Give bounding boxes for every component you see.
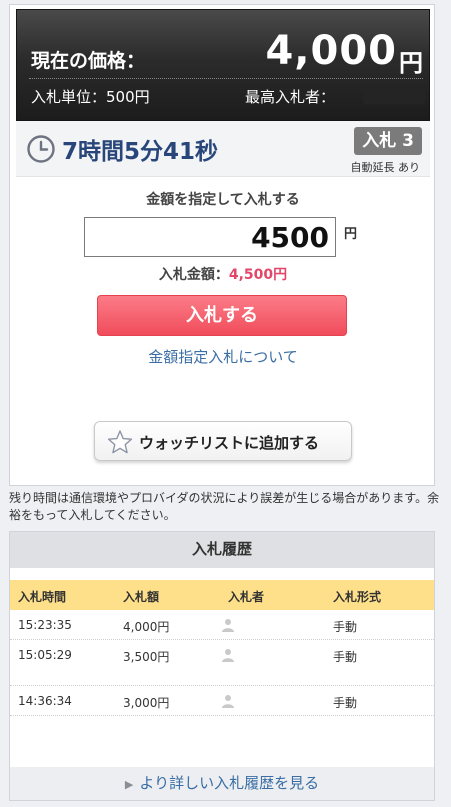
bid-count-badge[interactable]: 入札 3 [354, 127, 422, 155]
person-icon [222, 649, 234, 662]
bid-time-cell: 14:36:34 [18, 694, 72, 708]
chevron-right-icon: ▶ [124, 778, 134, 791]
clock-icon [27, 135, 55, 163]
column-header-bid-amount: 入札額 [123, 590, 160, 604]
watchlist-label: ウォッチリストに追加する [139, 434, 320, 452]
star-icon [107, 430, 133, 454]
time-remaining-row: 7時間5分41秒 入札 3 自動延長 あり [16, 121, 430, 177]
bid-amount-cell: 4,000円 [123, 620, 170, 634]
time-accuracy-note: 残り時間は通信環境やプロバイダの状況により誤差が生じる場合があります。余裕をもっ… [9, 491, 440, 522]
add-to-watchlist-button[interactable]: ウォッチリストに追加する [94, 421, 352, 461]
column-header-bidder: 入札者 [228, 590, 265, 604]
bid-amount-input[interactable] [84, 217, 336, 257]
person-icon [222, 619, 234, 632]
time-remaining: 7時間5分41秒 [62, 139, 219, 165]
auto-extend-label: 自動延長 あり [350, 161, 421, 174]
bid-help-link[interactable]: 金額指定入札について [10, 346, 436, 367]
current-price-label: 現在の価格： [31, 50, 146, 72]
bid-history-title: 入札履歴 [10, 532, 434, 568]
more-bid-history-label: より詳しい入札履歴を見る [139, 774, 320, 792]
bid-type-cell: 手動 [333, 650, 358, 664]
bid-input-unit: 円 [344, 227, 358, 242]
current-price-value: 4,000 [265, 28, 397, 74]
price-header: 現在の価格： 4,000 円 入札単位：500円 最高入札者： [16, 9, 430, 121]
place-bid-button[interactable]: 入札する [97, 295, 347, 336]
bid-type-cell: 手動 [333, 620, 358, 634]
person-icon [222, 695, 234, 708]
top-bidder-masked [363, 88, 425, 104]
table-row: 15:23:35 4,000円 手動 [10, 610, 434, 640]
column-header-bid-type: 入札形式 [333, 590, 382, 604]
more-bid-history-link[interactable]: ▶ より詳しい入札履歴を見る [10, 767, 434, 800]
bid-amount-cell: 3,000円 [123, 696, 170, 710]
bid-amount-cell: 3,500円 [123, 650, 170, 664]
top-bidder-label: 最高入札者： [245, 88, 336, 106]
bid-amount-label: 入札金額： [158, 267, 229, 283]
auction-panel: 現在の価格： 4,000 円 入札単位：500円 最高入札者： 7時間5分41秒… [9, 4, 435, 486]
column-header-bid-time: 入札時間 [18, 590, 67, 604]
bid-history-header-row: 入札時間 入札額 入札者 入札形式 [10, 580, 434, 610]
bid-time-cell: 15:05:29 [18, 648, 72, 662]
table-row: 14:36:34 3,000円 手動 [10, 686, 434, 716]
table-row: 15:05:29 3,500円 手動 [10, 640, 434, 686]
current-price-unit: 円 [399, 49, 423, 77]
bid-increment: 入札単位：500円 [31, 88, 150, 106]
price-divider [29, 78, 423, 79]
bid-type-cell: 手動 [333, 696, 358, 710]
bid-amount-summary: 入札金額：4,500円 [10, 264, 436, 284]
bid-instruction: 金額を指定して入札する [146, 192, 300, 208]
bid-history-panel: 入札履歴 入札時間 入札額 入札者 入札形式 15:23:35 4,000円 手… [9, 531, 435, 801]
bid-time-cell: 15:23:35 [18, 618, 72, 632]
bid-amount-value: 4,500円 [228, 267, 288, 283]
